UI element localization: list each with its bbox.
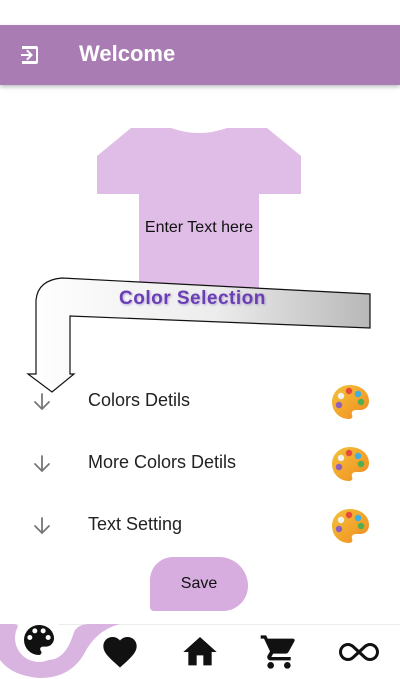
nav-palette-icon[interactable] bbox=[19, 620, 59, 660]
page-title: Welcome bbox=[79, 41, 176, 66]
nav-cart-icon[interactable] bbox=[259, 632, 299, 672]
nav-infinity-icon[interactable] bbox=[339, 632, 379, 672]
option-label: More Colors Detils bbox=[88, 452, 237, 472]
palette-icon[interactable] bbox=[330, 507, 370, 545]
option-row-more-colors-details[interactable]: More Colors Detils bbox=[0, 439, 400, 489]
tshirt-preview[interactable] bbox=[97, 128, 301, 298]
option-row-text-setting[interactable]: Text Setting bbox=[0, 501, 400, 551]
palette-icon[interactable] bbox=[330, 445, 370, 483]
arrow-down-icon bbox=[30, 514, 54, 538]
palette-icon[interactable] bbox=[330, 383, 370, 421]
callout-label: Color Selection bbox=[119, 288, 266, 309]
option-label: Text Setting bbox=[88, 514, 183, 534]
option-row-colors-details[interactable]: Colors Detils bbox=[0, 377, 400, 427]
nav-home-icon[interactable] bbox=[180, 632, 220, 672]
shirt-text[interactable]: Enter Text here bbox=[140, 219, 258, 237]
app-bar: Welcome bbox=[0, 25, 400, 85]
option-label: Colors Detils bbox=[88, 390, 191, 410]
login-icon[interactable] bbox=[18, 43, 42, 67]
save-button[interactable]: Save bbox=[150, 557, 248, 611]
arrow-down-icon bbox=[30, 390, 54, 414]
nav-heart-icon[interactable] bbox=[100, 632, 140, 672]
arrow-down-icon bbox=[30, 452, 54, 476]
save-button-label: Save bbox=[180, 575, 218, 592]
